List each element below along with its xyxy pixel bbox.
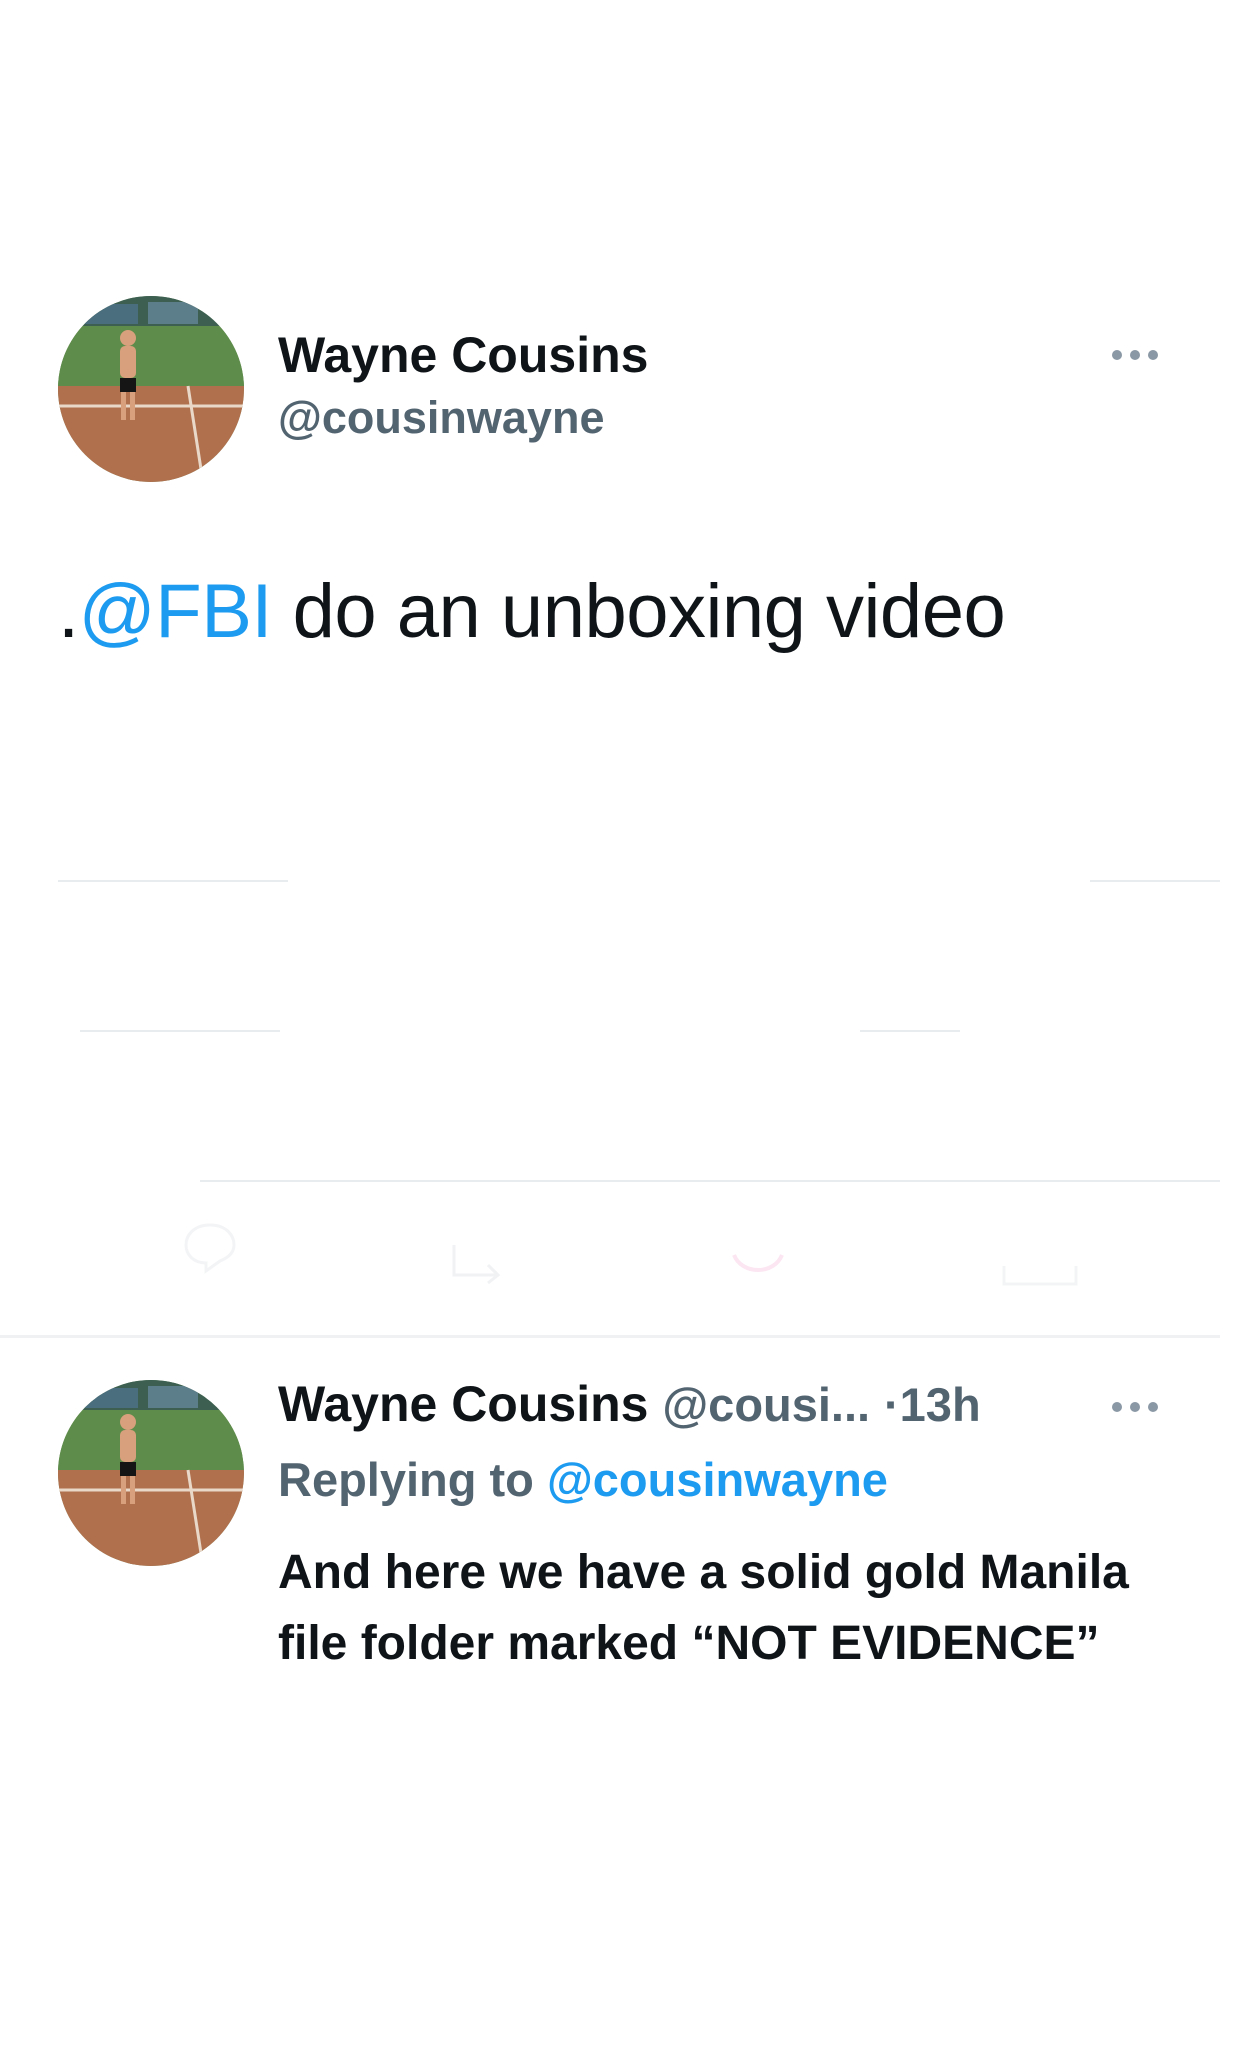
more-options-button[interactable] [1112, 1402, 1158, 1412]
more-horizontal-icon [1112, 350, 1122, 360]
tweet-separator [0, 1335, 1220, 1338]
replying-to-mention[interactable]: @cousinwayne [547, 1453, 888, 1506]
author-handle[interactable]: @cousi... [662, 1378, 870, 1431]
more-options-button[interactable] [1112, 350, 1158, 360]
divider [58, 880, 288, 882]
more-horizontal-icon [1112, 1402, 1122, 1412]
like-icon[interactable] [728, 1245, 788, 1285]
mention-link[interactable]: @FBI [79, 569, 273, 654]
tweet-text-body: do an unboxing video [272, 569, 1006, 654]
timestamp[interactable]: 13h [900, 1378, 981, 1431]
avatar[interactable] [58, 1380, 244, 1566]
tweet-text: .@FBI do an unboxing video [58, 568, 1006, 655]
author-name[interactable]: Wayne Cousins [278, 326, 648, 384]
divider [1090, 880, 1220, 882]
tweet-text-prefix: . [58, 569, 79, 654]
share-icon[interactable] [1000, 1260, 1080, 1290]
meta-separator: · [884, 1378, 900, 1431]
divider [200, 1180, 1220, 1182]
author-handle[interactable]: @cousinwayne [278, 392, 604, 444]
avatar-photo [58, 1380, 244, 1566]
author-name[interactable]: Wayne Cousins [278, 1376, 648, 1432]
reply-header: Wayne Cousins @cousi... ·13h [278, 1375, 981, 1433]
reply-icon[interactable] [180, 1215, 240, 1275]
reply-text: And here we have a solid gold Manila fil… [278, 1546, 1129, 1670]
avatar-photo [58, 296, 244, 482]
divider [860, 1030, 960, 1032]
replying-to: Replying to @cousinwayne [278, 1452, 888, 1507]
retweet-icon[interactable] [448, 1235, 518, 1285]
replying-label: Replying to [278, 1453, 534, 1506]
divider [80, 1030, 280, 1032]
avatar[interactable] [58, 296, 244, 482]
